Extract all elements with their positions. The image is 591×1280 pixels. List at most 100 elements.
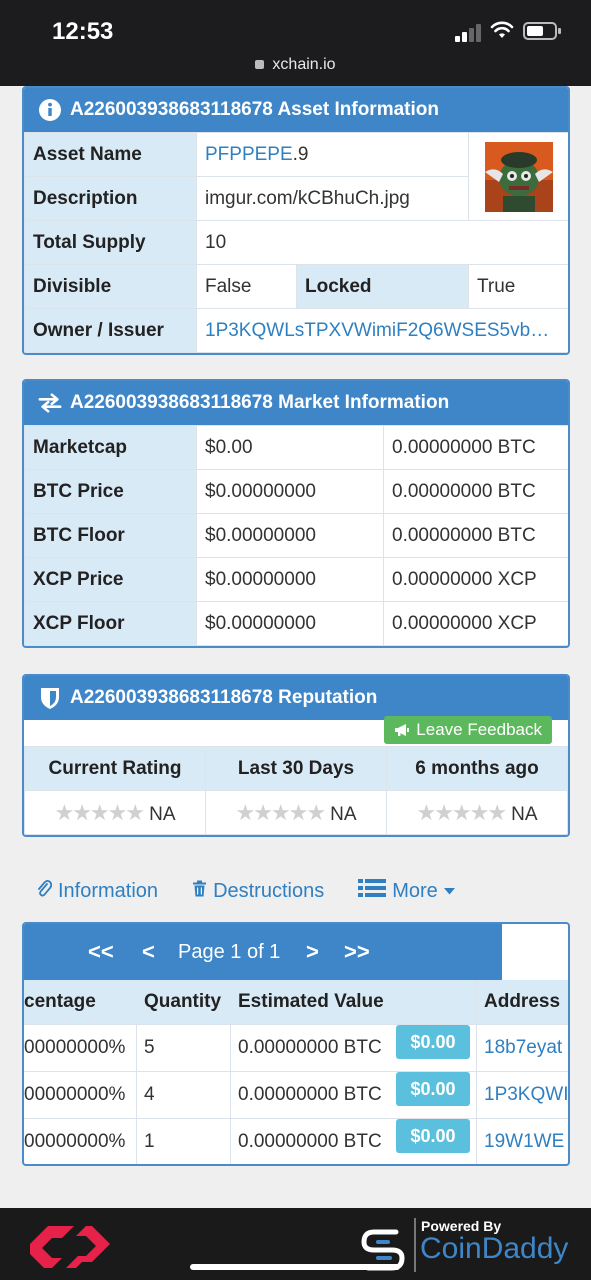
info-icon xyxy=(38,98,62,122)
market-label: Marketcap xyxy=(24,425,197,470)
last-30-days-value: NA xyxy=(330,803,357,825)
six-months-ago-value: NA xyxy=(511,803,538,825)
asset-information-panel: A226003938683118678 Asset Information As… xyxy=(22,86,570,355)
rating-stars-icon: ★★★★★ xyxy=(416,799,507,825)
tab-information-label: Information xyxy=(58,879,159,902)
footer-divider xyxy=(414,1218,416,1272)
tab-more-label: More xyxy=(392,879,438,902)
market-native: 0.00000000 BTC xyxy=(383,425,568,470)
current-rating-header: Current Rating xyxy=(24,746,206,791)
page-indicator: Page 1 of 1 xyxy=(178,940,281,963)
url-text: xchain.io xyxy=(272,56,336,73)
address-header[interactable]: Address xyxy=(484,980,560,1024)
locked-label: Locked xyxy=(295,264,470,309)
asset-name-row: Asset Name PFPPEPE.9 xyxy=(24,132,568,221)
last-30-days-header: Last 30 Days xyxy=(205,746,387,791)
reputation-header: A226003938683118678 Reputation xyxy=(24,676,568,720)
address-bar[interactable]: xchain.io xyxy=(0,56,591,74)
tab-destructions[interactable]: Destructions xyxy=(192,878,324,904)
coindaddy-brand-text[interactable]: CoinDaddy xyxy=(420,1232,568,1266)
tab-destructions-label: Destructions xyxy=(213,879,325,902)
column-divider xyxy=(230,1024,231,1164)
paperclip-icon xyxy=(36,879,53,903)
asset-information-header: A226003938683118678 Asset Information xyxy=(24,88,568,132)
counterparty-logo[interactable] xyxy=(22,1216,116,1274)
percentage-cell: 00000000% xyxy=(24,1084,126,1105)
estimated-value-cell: 0.00000000 BTC xyxy=(238,1131,382,1152)
first-page-button[interactable]: << xyxy=(88,939,114,965)
table-row: 00000000% 1 0.00000000 BTC $0.00 19W1WE xyxy=(24,1118,568,1164)
description-label: Description xyxy=(24,176,197,221)
market-native: 0.00000000 XCP xyxy=(383,557,568,602)
owner-address-link[interactable]: 1P3KQWLsTPXVWimiF2Q6WSES5vb… xyxy=(205,320,549,341)
column-divider xyxy=(136,1024,137,1164)
status-time: 12:53 xyxy=(52,18,114,45)
total-supply-label: Total Supply xyxy=(24,220,197,265)
reputation-toolbar: Leave Feedback xyxy=(24,716,568,746)
next-page-button[interactable]: > xyxy=(306,939,319,965)
holders-header-row: centage Quantity Estimated Value Address xyxy=(24,980,568,1024)
market-native: 0.00000000 BTC xyxy=(383,513,568,558)
holders-table[interactable]: << < Page 1 of 1 > >> centage Quantity E… xyxy=(22,922,570,1166)
market-row: XCP Price $0.00000000 0.00000000 XCP xyxy=(24,557,568,602)
current-rating-cell: ★★★★★ NA xyxy=(24,790,206,835)
last-page-button[interactable]: >> xyxy=(344,939,370,965)
pagination-bar: << < Page 1 of 1 > >> xyxy=(24,924,502,980)
market-usd: $0.00000000 xyxy=(196,557,384,602)
quantity-header[interactable]: Quantity xyxy=(144,980,221,1024)
estimated-value-cell: 0.00000000 BTC xyxy=(238,1037,382,1058)
percentage-cell: 00000000% xyxy=(24,1037,126,1058)
market-usd: $0.00000000 xyxy=(196,469,384,514)
market-label: XCP Floor xyxy=(24,601,197,646)
tab-information[interactable]: Information xyxy=(36,878,158,904)
reputation-panel: A226003938683118678 Reputation Leave Fee… xyxy=(22,674,570,837)
wifi-icon xyxy=(490,21,514,38)
market-usd: $0.00 xyxy=(196,425,384,470)
estimated-value-header[interactable]: Estimated Value xyxy=(238,980,384,1024)
market-information-header: A226003938683118678 Market Information xyxy=(24,381,568,425)
home-indicator[interactable] xyxy=(190,1264,400,1270)
owner-value: 1P3KQWLsTPXVWimiF2Q6WSES5vb… xyxy=(195,308,568,353)
market-row: BTC Price $0.00000000 0.00000000 BTC xyxy=(24,469,568,514)
shield-icon xyxy=(38,686,62,710)
market-label: BTC Price xyxy=(24,469,197,514)
reputation-title: A226003938683118678 Reputation xyxy=(70,687,378,708)
market-usd: $0.00000000 xyxy=(196,513,384,558)
asset-tabs: Information Destructions More xyxy=(36,878,489,904)
market-label: XCP Price xyxy=(24,557,197,602)
locked-value: True xyxy=(468,264,568,309)
cellular-signal-icon xyxy=(455,24,483,42)
usd-value-badge: $0.00 xyxy=(396,1025,470,1059)
table-row: 00000000% 5 0.00000000 BTC $0.00 18b7eya… xyxy=(24,1024,568,1071)
caret-down-icon xyxy=(443,887,455,895)
total-supply-value: 10 xyxy=(195,220,568,265)
last-30-days-cell: ★★★★★ NA xyxy=(205,790,387,835)
rating-stars-icon: ★★★★★ xyxy=(235,799,326,825)
address-link[interactable]: 19W1WE xyxy=(484,1119,564,1164)
asset-name-link[interactable]: PFPPEPE xyxy=(205,144,293,165)
prev-page-button[interactable]: < xyxy=(142,939,155,965)
market-native: 0.00000000 BTC xyxy=(383,469,568,514)
asset-image[interactable] xyxy=(484,141,553,212)
leave-feedback-label: Leave Feedback xyxy=(416,720,542,739)
tab-more-dropdown[interactable]: More xyxy=(358,878,455,904)
megaphone-icon xyxy=(394,723,410,737)
exchange-arrows-icon xyxy=(38,391,62,415)
leave-feedback-button[interactable]: Leave Feedback xyxy=(384,716,552,744)
six-months-ago-cell: ★★★★★ NA xyxy=(386,790,568,835)
address-link[interactable]: 1P3KQWI xyxy=(484,1072,568,1118)
reputation-values-row: ★★★★★ NA ★★★★★ NA ★★★★★ NA xyxy=(24,790,568,835)
rating-stars-icon: ★★★★★ xyxy=(54,799,145,825)
quantity-cell: 5 xyxy=(144,1037,155,1058)
percentage-header[interactable]: centage xyxy=(24,980,96,1024)
trash-icon xyxy=(192,880,207,903)
asset-image-cell xyxy=(468,132,568,221)
address-link[interactable]: 18b7eyat xyxy=(484,1025,562,1071)
asset-name-suffix: .9 xyxy=(292,143,309,165)
status-bar: 12:53 xchain.io xyxy=(0,0,591,86)
description-value: imgur.com/kCBhuCh.jpg xyxy=(195,176,470,221)
asset-information-title: A226003938683118678 Asset Information xyxy=(70,99,439,120)
owner-label: Owner / Issuer xyxy=(24,308,197,353)
estimated-value-cell: 0.00000000 BTC xyxy=(238,1084,382,1105)
usd-value-badge: $0.00 xyxy=(396,1072,470,1106)
